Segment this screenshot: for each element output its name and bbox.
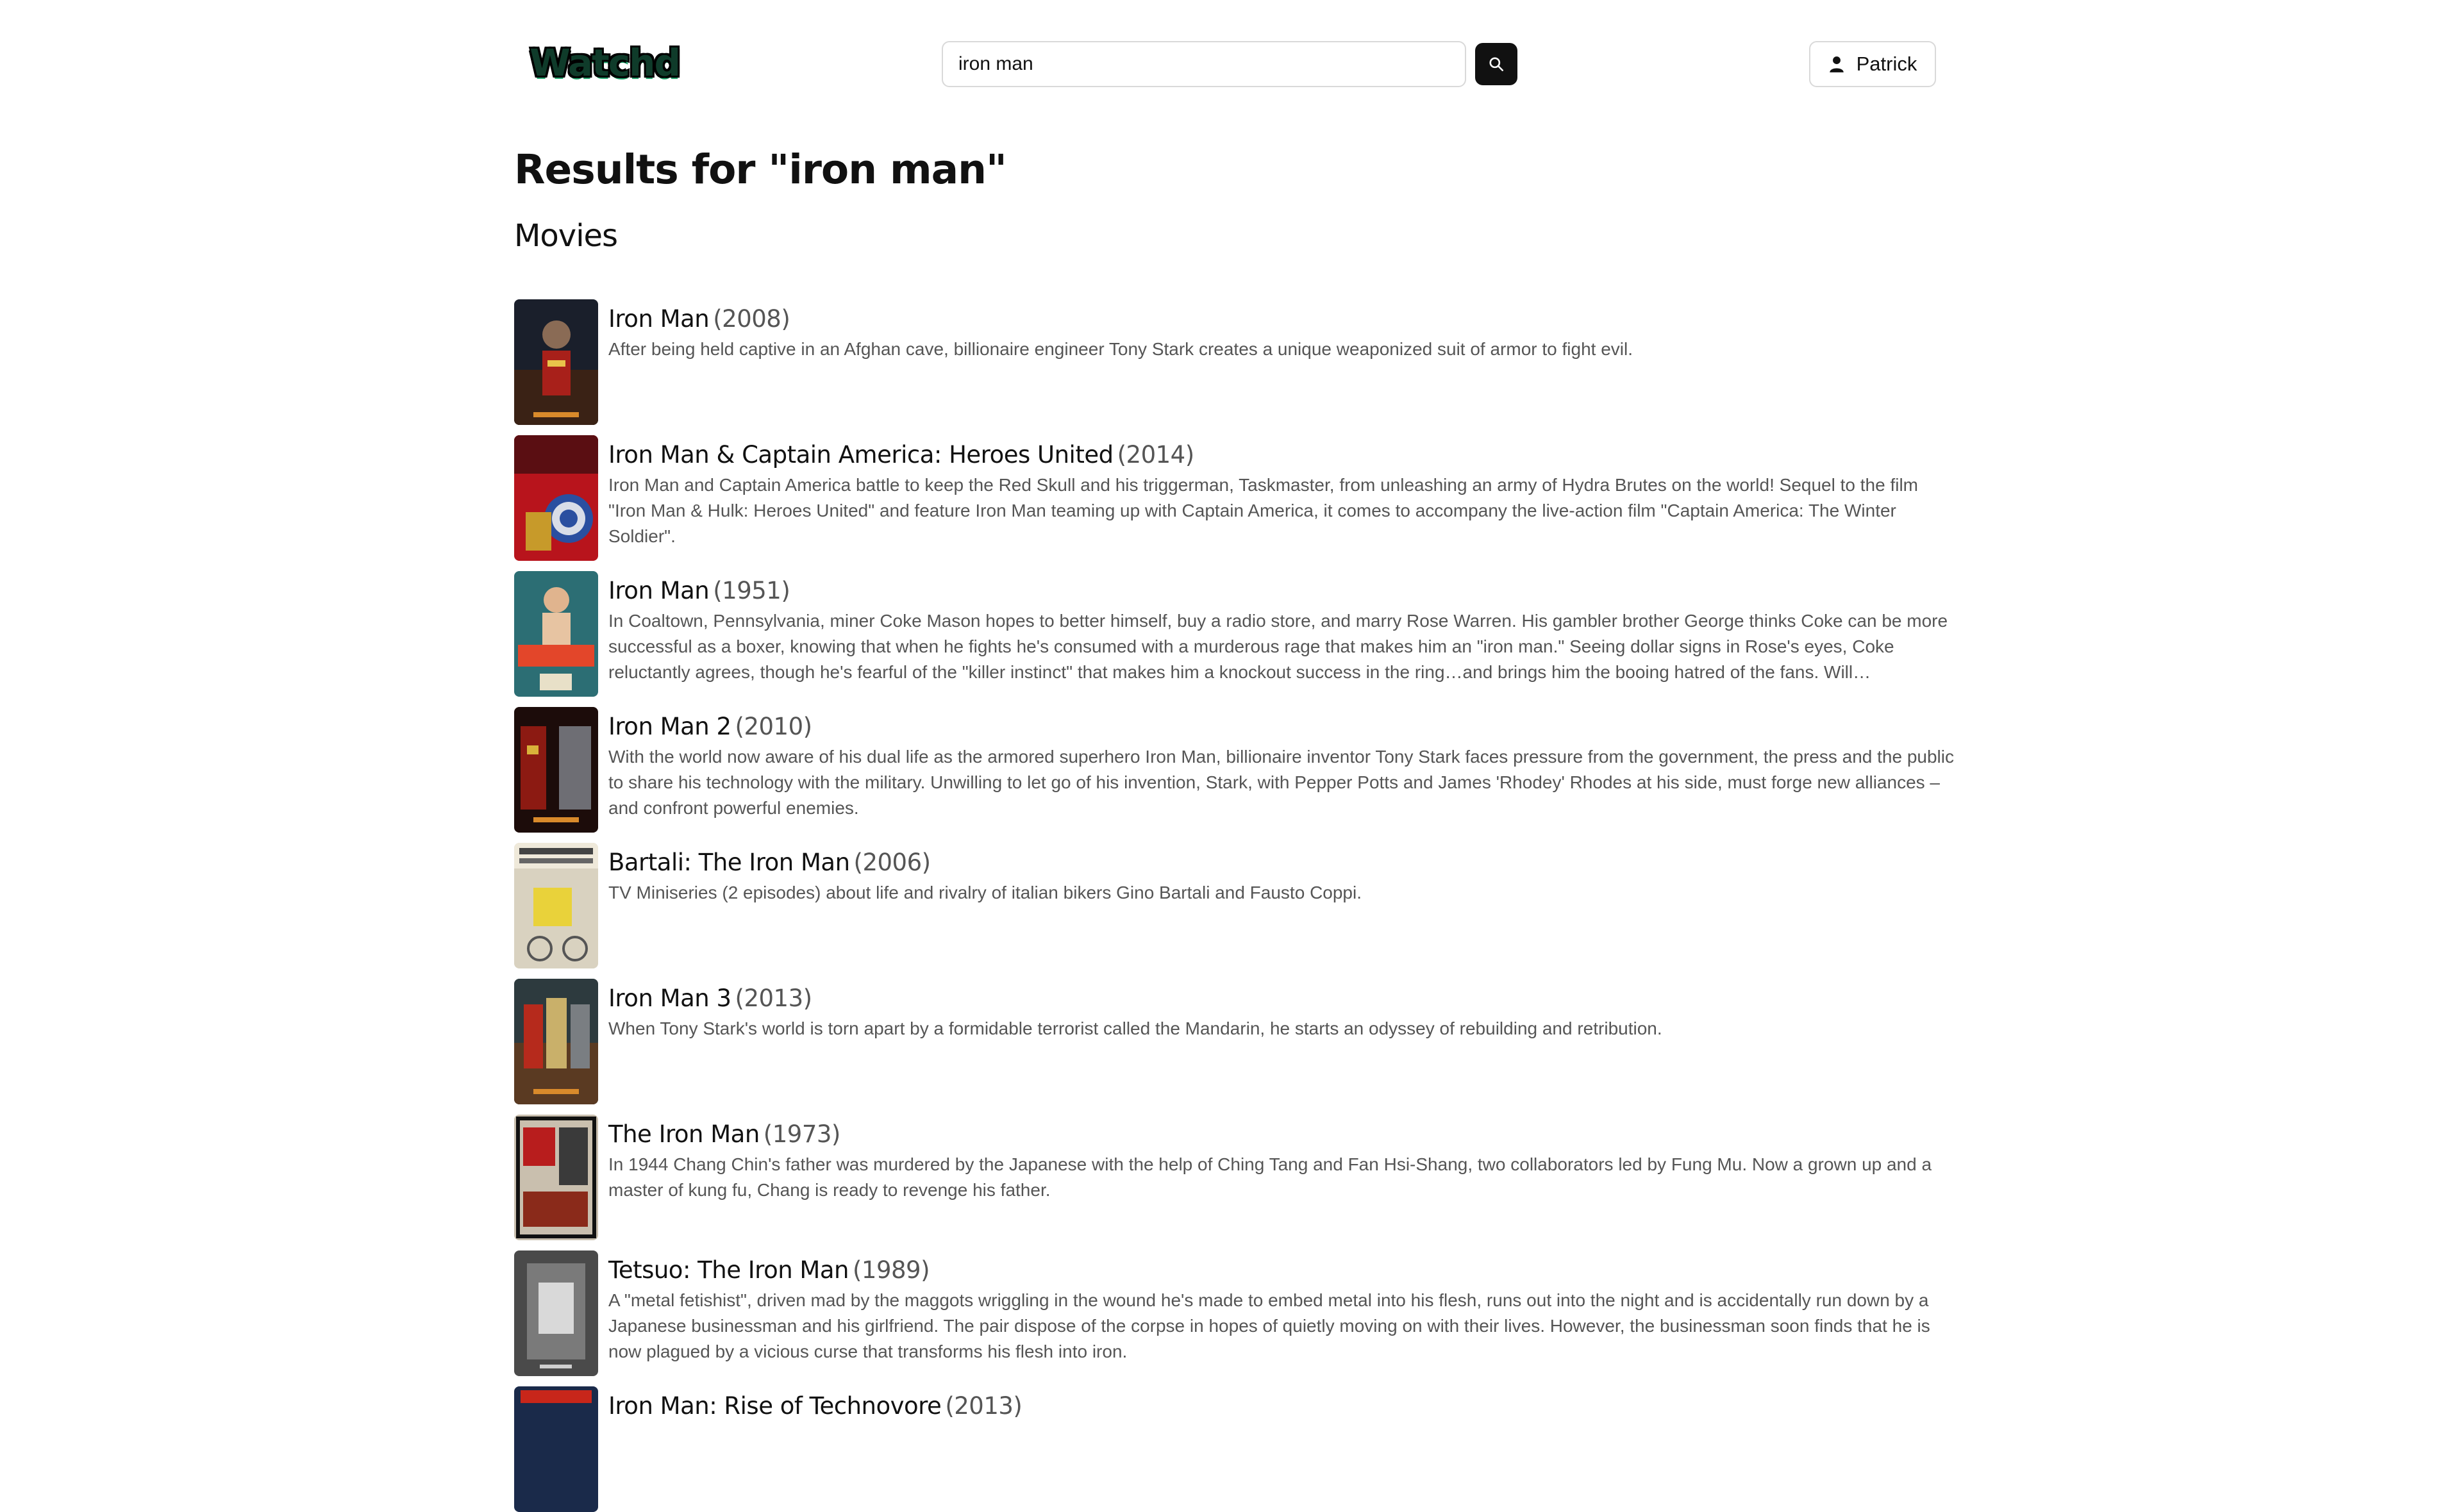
movie-poster [514, 1250, 598, 1376]
movie-description: When Tony Stark's world is torn apart by… [608, 1018, 1662, 1038]
result-info: Bartali: The Iron Man (2006) TV Miniserie… [608, 848, 1955, 906]
movie-description: A "metal fetishist", driven mad by the m… [608, 1290, 1930, 1361]
movie-title-line: Iron Man & Captain America: Heroes Unite… [608, 440, 1955, 470]
logo[interactable]: Watchd [530, 41, 681, 85]
movie-description: With the world now aware of his dual lif… [608, 747, 1955, 818]
user-name: Patrick [1856, 53, 1917, 75]
movie-title-line: Bartali: The Iron Man (2006) [608, 848, 1955, 877]
movie-title: Iron Man 3 [608, 984, 731, 1012]
search-icon [1489, 57, 1504, 72]
movie-description: Iron Man and Captain America battle to k… [608, 475, 1918, 546]
result-item[interactable]: Iron Man & Captain America: Heroes Unite… [514, 435, 1958, 561]
page-title: Results for "iron man" [514, 146, 1007, 193]
result-info: Iron Man: Rise of Technovore (2013) [608, 1392, 1955, 1424]
user-icon [1829, 56, 1844, 72]
search-input[interactable] [942, 41, 1466, 87]
search-button[interactable] [1475, 43, 1517, 85]
result-info: The Iron Man (1973) In 1944 Chang Chin's … [608, 1120, 1955, 1203]
movie-title: Iron Man: Rise of Technovore [608, 1392, 942, 1420]
movie-title-line: The Iron Man (1973) [608, 1120, 1955, 1149]
movie-year: (2010) [735, 713, 813, 740]
page: Watchd Patrick Results for "iron man" Mo… [514, 0, 1958, 1512]
movie-title-line: Tetsuo: The Iron Man (1989) [608, 1256, 1955, 1285]
movie-year: (1951) [713, 577, 790, 604]
movie-year: (2013) [735, 984, 813, 1012]
movie-description: After being held captive in an Afghan ca… [608, 339, 1633, 359]
movie-poster [514, 571, 598, 697]
section-title-movies: Movies [514, 218, 618, 254]
result-info: Tetsuo: The Iron Man (1989) A "metal feti… [608, 1256, 1955, 1365]
header: Watchd Patrick [514, 0, 1958, 128]
search-bar [942, 41, 1519, 87]
movie-title: Tetsuo: The Iron Man [608, 1256, 849, 1284]
movie-poster [514, 979, 598, 1104]
result-item[interactable]: Iron Man (2008) After being held captive … [514, 299, 1958, 425]
movie-year: (2013) [945, 1392, 1023, 1420]
result-info: Iron Man 2 (2010) With the world now awar… [608, 712, 1955, 821]
movie-description: In 1944 Chang Chin's father was murdered… [608, 1154, 1932, 1200]
movie-title: Iron Man [608, 577, 710, 604]
movie-year: (1973) [763, 1120, 841, 1148]
movie-title-line: Iron Man (2008) [608, 304, 1955, 334]
movie-poster [514, 435, 598, 561]
result-item[interactable]: Iron Man 3 (2013) When Tony Stark's world… [514, 979, 1958, 1104]
result-item[interactable]: The Iron Man (1973) In 1944 Chang Chin's … [514, 1115, 1958, 1240]
movie-description: In Coaltown, Pennsylvania, miner Coke Ma… [608, 611, 1948, 682]
result-info: Iron Man 3 (2013) When Tony Stark's world… [608, 984, 1955, 1042]
result-item[interactable]: Iron Man: Rise of Technovore (2013) [514, 1386, 1958, 1512]
movie-title: Iron Man & Captain America: Heroes Unite… [608, 441, 1114, 469]
movie-poster [514, 707, 598, 833]
movie-title-line: Iron Man: Rise of Technovore (2013) [608, 1392, 1955, 1421]
movie-title: Iron Man [608, 305, 710, 333]
movie-year: (2014) [1117, 441, 1195, 469]
movie-poster [514, 1115, 598, 1240]
result-info: Iron Man & Captain America: Heroes Unite… [608, 440, 1955, 549]
movie-title-line: Iron Man 2 (2010) [608, 712, 1955, 742]
movie-poster [514, 843, 598, 968]
result-item[interactable]: Iron Man (1951) In Coaltown, Pennsylvania… [514, 571, 1958, 697]
movie-year: (2006) [853, 849, 931, 876]
result-item[interactable]: Iron Man 2 (2010) With the world now awar… [514, 707, 1958, 833]
movie-title: Bartali: The Iron Man [608, 849, 850, 876]
result-item[interactable]: Tetsuo: The Iron Man (1989) A "metal feti… [514, 1250, 1958, 1376]
movie-poster [514, 299, 598, 425]
movie-title: The Iron Man [608, 1120, 760, 1148]
result-info: Iron Man (2008) After being held captive … [608, 304, 1955, 362]
user-menu-button[interactable]: Patrick [1809, 41, 1936, 87]
movie-description: TV Miniseries (2 episodes) about life an… [608, 883, 1362, 902]
movie-title-line: Iron Man 3 (2013) [608, 984, 1955, 1013]
result-info: Iron Man (1951) In Coaltown, Pennsylvania… [608, 576, 1955, 685]
result-item[interactable]: Bartali: The Iron Man (2006) TV Miniserie… [514, 843, 1958, 968]
movie-title-line: Iron Man (1951) [608, 576, 1955, 606]
movie-title: Iron Man 2 [608, 713, 731, 740]
movie-year: (1989) [852, 1256, 930, 1284]
movie-year: (2008) [713, 305, 790, 333]
movie-poster [514, 1386, 598, 1512]
